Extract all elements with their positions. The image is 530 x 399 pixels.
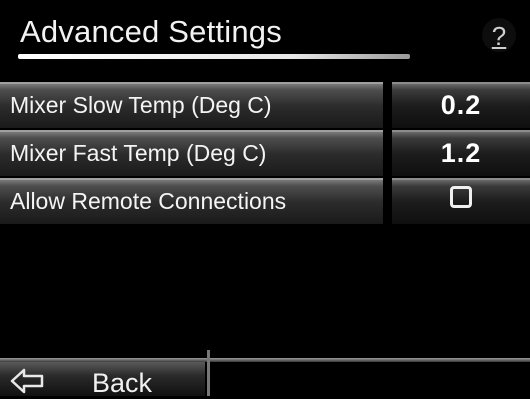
setting-value-mixer-fast-temp[interactable]: 1.2	[392, 130, 530, 176]
header-bar: Advanced Settings ?	[0, 0, 530, 72]
setting-row-allow-remote-connections[interactable]: Allow Remote Connections	[0, 178, 530, 224]
setting-row-mixer-slow-temp[interactable]: Mixer Slow Temp (Deg C) 0.2	[0, 82, 530, 128]
page-title: Advanced Settings	[20, 14, 282, 49]
setting-value-text: 1.2	[440, 138, 482, 168]
title-underline	[18, 54, 410, 59]
back-button[interactable]: Back	[0, 362, 205, 398]
setting-label-text: Allow Remote Connections	[10, 188, 287, 214]
back-label: Back	[92, 368, 153, 398]
setting-value-allow-remote-connections[interactable]	[392, 178, 530, 224]
setting-row-mixer-fast-temp[interactable]: Mixer Fast Temp (Deg C) 1.2	[0, 130, 530, 176]
back-arrow-icon	[10, 368, 44, 394]
setting-label-allow-remote-connections[interactable]: Allow Remote Connections	[0, 178, 383, 224]
setting-label-text: Mixer Slow Temp (Deg C)	[10, 92, 272, 118]
footer-separator	[207, 350, 210, 396]
setting-label-mixer-slow-temp[interactable]: Mixer Slow Temp (Deg C)	[0, 82, 383, 128]
remote-connections-checkbox[interactable]	[450, 186, 472, 208]
setting-label-mixer-fast-temp[interactable]: Mixer Fast Temp (Deg C)	[0, 130, 383, 176]
help-button[interactable]: ?	[482, 18, 516, 52]
setting-label-text: Mixer Fast Temp (Deg C)	[10, 140, 267, 166]
setting-value-mixer-slow-temp[interactable]: 0.2	[392, 82, 530, 128]
setting-value-text: 0.2	[440, 90, 482, 120]
